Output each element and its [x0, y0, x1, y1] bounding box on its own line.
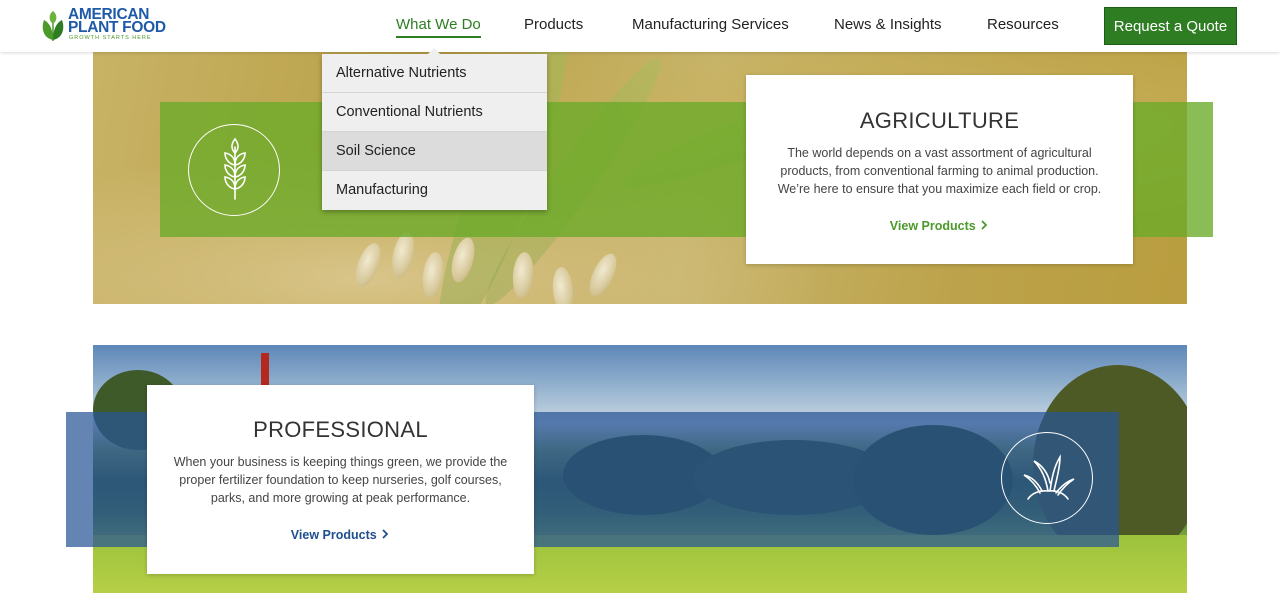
- request-quote-button[interactable]: Request a Quote: [1104, 7, 1237, 45]
- grass-icon: [1001, 432, 1093, 524]
- dropdown-item-conventional-nutrients[interactable]: Conventional Nutrients: [322, 93, 547, 132]
- professional-description: When your business is keeping things gre…: [173, 455, 508, 505]
- brand-logo[interactable]: AMERICAN PLANT FOOD GROWTH STARTS HERE: [40, 7, 166, 44]
- nav-products[interactable]: Products: [524, 16, 583, 33]
- agriculture-description: The world depends on a vast assortment o…: [777, 146, 1102, 196]
- dropdown-item-alternative-nutrients[interactable]: Alternative Nutrients: [322, 54, 547, 93]
- nav-what-we-do[interactable]: What We Do: [396, 16, 481, 38]
- professional-card: PROFESSIONAL When your business is keepi…: [147, 385, 534, 574]
- agriculture-title: AGRICULTURE: [859, 108, 1020, 133]
- chevron-right-icon: [981, 220, 988, 230]
- nav-resources[interactable]: Resources: [987, 16, 1059, 33]
- agriculture-card: AGRICULTURE The world depends on a vast …: [746, 75, 1133, 264]
- nav-manufacturing-services[interactable]: Manufacturing Services: [632, 16, 789, 33]
- wheat-icon: [188, 124, 280, 216]
- agriculture-view-products-link[interactable]: View Products: [890, 219, 989, 233]
- what-we-do-dropdown: Alternative Nutrients Conventional Nutri…: [322, 48, 547, 210]
- logo-wordmark: AMERICAN PLANT FOOD: [68, 6, 166, 36]
- site-header: AMERICAN PLANT FOOD GROWTH STARTS HERE W…: [0, 0, 1280, 52]
- chevron-right-icon: [382, 529, 389, 539]
- logo-tagline: GROWTH STARTS HERE: [69, 35, 152, 41]
- professional-view-products-link[interactable]: View Products: [291, 528, 390, 542]
- leaf-logo-icon: [42, 11, 64, 42]
- professional-title: PROFESSIONAL: [253, 417, 428, 442]
- golf-flag: [261, 353, 269, 388]
- dropdown-item-soil-science[interactable]: Soil Science: [322, 132, 547, 171]
- dropdown-item-manufacturing[interactable]: Manufacturing: [322, 171, 547, 210]
- nav-news-insights[interactable]: News & Insights: [834, 16, 942, 33]
